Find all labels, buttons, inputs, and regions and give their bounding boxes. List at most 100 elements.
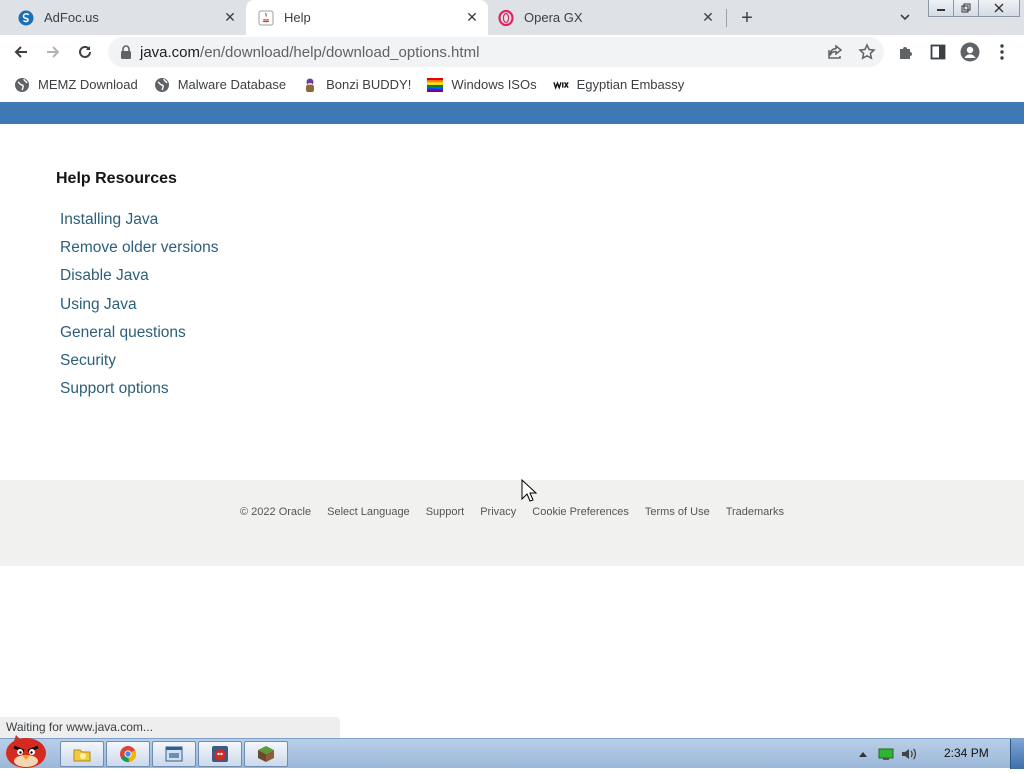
address-bar[interactable]: java.com/en/download/help/download_optio…: [108, 37, 884, 67]
tray-expand-icon[interactable]: [858, 750, 868, 758]
bookmark-label: Bonzi BUDDY!: [326, 77, 412, 92]
tab-title: Opera GX: [524, 10, 583, 25]
close-icon[interactable]: ✕: [462, 8, 482, 28]
close-icon: [994, 3, 1004, 13]
browser-toolbar: java.com/en/download/help/download_optio…: [0, 35, 1024, 69]
minimize-icon: [937, 9, 945, 11]
url-text: java.com/en/download/help/download_optio…: [140, 44, 479, 61]
taskbar: 2:34 PM: [0, 735, 1024, 769]
window-icon: [165, 746, 183, 762]
url-path: /en/download/help/download_options.html: [200, 43, 480, 61]
bookmark-malware-database[interactable]: Malware Database: [146, 72, 294, 98]
wix-icon: [552, 77, 569, 93]
taskbar-explorer[interactable]: [60, 741, 104, 767]
rainbow-flag-icon: [427, 77, 444, 93]
close-icon[interactable]: ✕: [698, 8, 718, 28]
bookmarks-bar: MEMZ Download Malware Database Bonzi BUD…: [0, 69, 1024, 100]
menu-button[interactable]: [989, 39, 1015, 65]
kebab-menu-icon: [1000, 44, 1004, 60]
help-links-list: Installing Java Remove older versions Di…: [60, 206, 456, 403]
volume-icon[interactable]: [900, 747, 918, 761]
opera-icon: [498, 9, 514, 26]
globe-icon: [154, 77, 170, 93]
share-icon[interactable]: [826, 43, 844, 61]
bookmark-bonzi-buddy[interactable]: Bonzi BUDDY!: [294, 72, 419, 98]
back-button[interactable]: [8, 39, 34, 65]
bookmark-label: Windows ISOs: [451, 77, 537, 92]
tab-opera-gx[interactable]: Opera GX ✕: [488, 0, 724, 35]
help-link-disable-java[interactable]: Disable Java: [60, 262, 456, 290]
tab-title: AdFoc.us: [44, 10, 99, 25]
tab-help[interactable]: Help ✕: [246, 0, 488, 35]
help-resources-section: Help Resources Installing Java Remove ol…: [56, 170, 456, 403]
back-arrow-icon: [14, 46, 27, 58]
chrome-icon: [120, 746, 137, 763]
bookmark-label: Egyptian Embassy: [576, 77, 685, 92]
help-link-using-java[interactable]: Using Java: [60, 291, 456, 319]
minimize-button[interactable]: [928, 0, 954, 17]
bookmark-memz-download[interactable]: MEMZ Download: [0, 72, 146, 98]
help-link-security[interactable]: Security: [60, 347, 456, 375]
avatar-icon: [960, 42, 980, 62]
bonzi-icon: [302, 77, 318, 93]
bookmark-egyptian-embassy[interactable]: Egyptian Embassy: [545, 72, 693, 98]
side-panel-button[interactable]: [925, 39, 951, 65]
help-link-support-options[interactable]: Support options: [60, 375, 456, 403]
help-link-installing-java[interactable]: Installing Java: [60, 206, 456, 234]
forward-arrow-icon: [47, 46, 60, 58]
url-host: java.com: [140, 43, 201, 61]
new-tab-button[interactable]: +: [734, 6, 760, 30]
tab-separator: [726, 9, 727, 27]
footer-link-privacy[interactable]: Privacy: [480, 506, 516, 518]
restore-icon: [961, 3, 971, 13]
puzzle-icon: [900, 47, 912, 59]
java-icon: [258, 10, 274, 26]
system-tray: [858, 739, 918, 769]
reload-button[interactable]: [72, 39, 98, 65]
footer-link-trademarks[interactable]: Trademarks: [726, 506, 784, 518]
close-window-button[interactable]: [978, 0, 1020, 17]
site-footer: © 2022 Oracle Select Language Support Pr…: [0, 480, 1024, 566]
taskbar-chrome[interactable]: [106, 741, 150, 767]
help-link-general-questions[interactable]: General questions: [60, 319, 456, 347]
footer-copyright: © 2022 Oracle: [240, 506, 312, 518]
reload-icon: [79, 45, 91, 58]
explorer-icon: [73, 749, 91, 762]
angry-bird-icon: [6, 735, 46, 768]
star-icon[interactable]: [858, 43, 876, 61]
close-icon[interactable]: ✕: [220, 8, 240, 28]
help-link-remove-older-versions[interactable]: Remove older versions: [60, 234, 456, 262]
footer-links: © 2022 Oracle Select Language Support Pr…: [0, 506, 1024, 518]
taskbar-clock[interactable]: 2:34 PM: [944, 746, 989, 760]
mouse-cursor-icon: [521, 478, 538, 508]
show-desktop-button[interactable]: [1010, 739, 1024, 769]
adfocus-icon: [18, 10, 34, 26]
extensions-button[interactable]: [893, 39, 919, 65]
taskbar-angry-bird[interactable]: [198, 741, 242, 767]
footer-link-support[interactable]: Support: [426, 506, 465, 518]
bookmark-label: Malware Database: [177, 77, 287, 92]
forward-button[interactable]: [40, 39, 66, 65]
angry-bird-icon: [212, 746, 228, 762]
network-icon[interactable]: [878, 747, 894, 761]
bookmark-label: MEMZ Download: [38, 77, 138, 92]
footer-link-select-language[interactable]: Select Language: [327, 506, 410, 518]
taskbar-window[interactable]: [152, 741, 196, 767]
side-panel-icon: [930, 44, 946, 60]
lock-icon: [120, 45, 132, 59]
footer-link-terms-of-use[interactable]: Terms of Use: [645, 506, 710, 518]
bookmark-windows-isos[interactable]: Windows ISOs: [419, 72, 544, 98]
site-header-banner: [0, 102, 1024, 124]
profile-button[interactable]: [957, 39, 983, 65]
taskbar-minecraft[interactable]: [244, 741, 288, 767]
tab-adfocus[interactable]: AdFoc.us ✕: [0, 0, 246, 35]
start-button[interactable]: [2, 727, 52, 769]
footer-link-cookie-preferences[interactable]: Cookie Preferences: [532, 506, 629, 518]
restore-button[interactable]: [953, 0, 979, 17]
tab-title: Help: [284, 10, 311, 25]
tab-strip: AdFoc.us ✕ Help ✕ Opera GX ✕ +: [0, 0, 1024, 35]
help-resources-heading: Help Resources: [56, 170, 177, 187]
chevron-down-icon[interactable]: [896, 8, 914, 26]
globe-icon: [14, 77, 30, 93]
minecraft-icon: [258, 746, 274, 762]
